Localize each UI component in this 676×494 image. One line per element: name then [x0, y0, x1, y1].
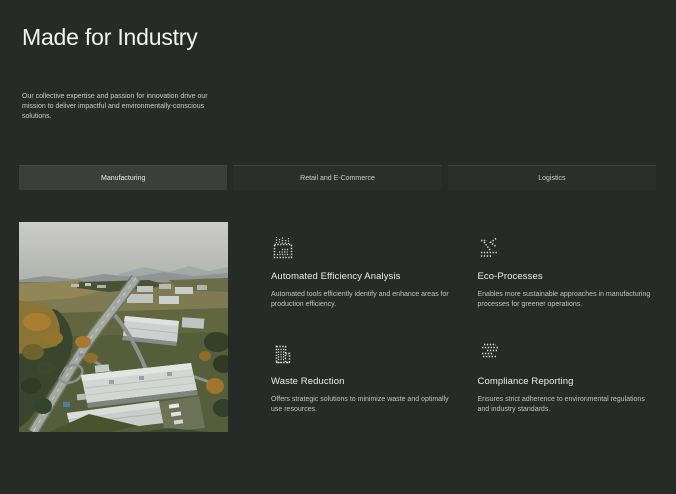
factory-building-dotted-icon [275, 345, 291, 364]
feature-title: Eco-Processes [477, 271, 543, 282]
tab-retail-ecommerce[interactable]: Retail and E-Commerce [233, 165, 442, 190]
feature-title: Compliance Reporting [477, 376, 574, 387]
feature-title: Automated Efficiency Analysis [271, 271, 401, 282]
aerial-industrial-photo [19, 222, 228, 432]
feature-description: Offers strategic solutions to minimize w… [271, 396, 449, 413]
page-subtitle: Our collective expertise and passion for… [22, 93, 208, 120]
feature-description: Enables more sustainable approaches in m… [477, 291, 651, 308]
made-for-industry-section: Made for Industry Our collective experti… [0, 0, 676, 494]
tab-manufacturing[interactable]: Manufacturing [19, 165, 228, 190]
page-title: Made for Industry [22, 24, 198, 50]
feature-card-compliance-reporting: Compliance Reporting Ensures strict adhe… [478, 341, 657, 415]
feature-title: Waste Reduction [271, 376, 345, 387]
industry-tabs: Manufacturing Retail and E-Commerce Logi… [19, 165, 656, 190]
feature-grid: Automated Efficiency Analysis Automated … [271, 222, 656, 432]
tab-logistics[interactable]: Logistics [447, 165, 656, 190]
feature-description: Ensures strict adherence to environmenta… [477, 396, 645, 413]
feature-card-waste-reduction: Waste Reduction Offers strategic solutio… [271, 341, 450, 415]
tab-content-manufacturing: Automated Efficiency Analysis Automated … [19, 222, 656, 432]
feature-description: Automated tools efficiently identify and… [271, 291, 449, 308]
feature-card-eco-processes: Eco-Processes Enables more sustainable a… [478, 236, 657, 310]
feature-card-automated-efficiency: Automated Efficiency Analysis Automated … [271, 236, 450, 310]
bar-chart-dotted-icon [273, 237, 293, 259]
process-flow-dotted-icon [480, 237, 498, 257]
report-lines-dotted-icon [481, 343, 498, 358]
